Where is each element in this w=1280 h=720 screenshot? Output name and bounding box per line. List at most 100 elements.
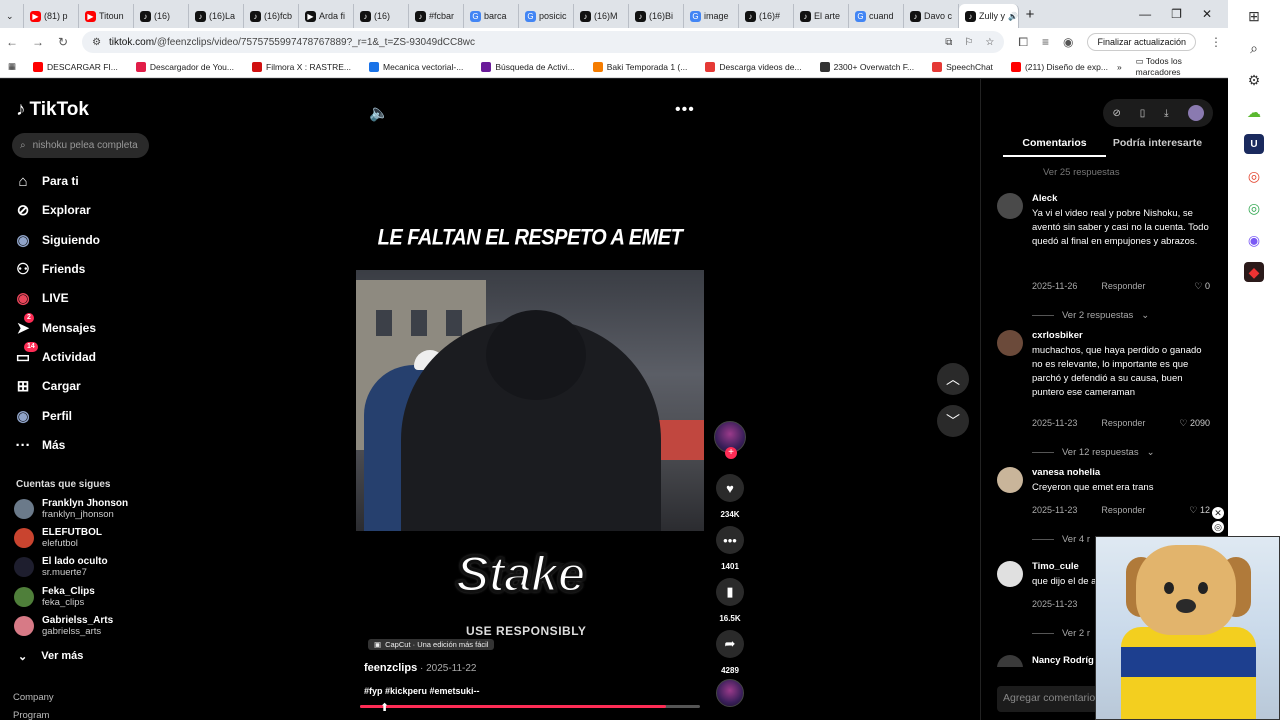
chrome-alt-icon[interactable]: ◎ — [1244, 198, 1264, 218]
commenter-name[interactable]: vanesa nohelia — [1032, 467, 1100, 478]
tab-list-button[interactable]: ⌄ — [0, 4, 24, 28]
back-icon[interactable]: ← — [6, 35, 18, 49]
browser-tab[interactable]: Gimage — [684, 4, 739, 28]
following-account[interactable]: El lado oculto sr.muerte7 — [14, 556, 108, 578]
browser-tab[interactable]: ♪ (16)La — [189, 4, 244, 28]
reply-button[interactable]: Responder — [1101, 418, 1145, 429]
reply-button[interactable]: Responder — [1101, 281, 1145, 292]
browser-tab[interactable]: Gposicic — [519, 4, 574, 28]
search-input[interactable]: ⌕ nishoku pelea completa — [12, 133, 149, 158]
music-disc-avatar[interactable] — [716, 679, 744, 707]
comment-like[interactable]: ♡ 12 — [1189, 505, 1210, 516]
progress-bar[interactable] — [360, 705, 700, 708]
nav-actividad[interactable]: ▭ 14 Actividad — [14, 342, 96, 366]
browser-tab[interactable]: ♪ #fcbar — [409, 4, 464, 28]
all-bookmarks-button[interactable]: ▭ Todos los marcadores — [1136, 56, 1228, 77]
browser-tab[interactable]: Gcuand — [849, 4, 904, 28]
view-replies-link[interactable]: Ver 2 r — [1032, 628, 1090, 639]
follow-plus-icon[interactable]: + — [725, 447, 737, 459]
pip-settings-icon[interactable]: ◎ — [1212, 521, 1224, 533]
tiktok-logo[interactable]: ♪ TikTok — [16, 99, 89, 121]
browser-tab[interactable]: ▶ Arda fi — [299, 4, 354, 28]
program-link[interactable]: Program — [13, 710, 49, 720]
partial-replies-link[interactable]: Ver 25 respuestas — [1043, 167, 1120, 178]
commenter-avatar[interactable] — [997, 330, 1023, 356]
url-field[interactable]: ⚙ tiktok.com/@feenzclips/video/757575599… — [82, 31, 1005, 53]
commenter-name[interactable]: Nancy Rodríg — [1032, 655, 1094, 666]
browser-tab[interactable]: ▶ Titoun — [79, 4, 134, 28]
nav-siguiendo[interactable]: ◉ Siguiendo — [14, 231, 100, 249]
following-account[interactable]: ELEFUTBOL elefutbol — [14, 527, 102, 549]
nav-para-ti[interactable]: ⌂ Para ti — [14, 172, 78, 190]
user-avatar[interactable] — [1187, 105, 1204, 121]
bookmark-item[interactable]: Mecanica vectorial-... — [360, 61, 472, 72]
browser-tab[interactable]: ♪ (16)fcb — [244, 4, 299, 28]
company-link[interactable]: Company — [13, 692, 54, 703]
more-options-icon[interactable]: ••• — [675, 101, 695, 119]
like-button[interactable]: ♥ 234K — [716, 474, 744, 519]
cloud-icon[interactable]: ☁ — [1244, 102, 1264, 122]
discord-icon[interactable]: ◉ — [1244, 230, 1264, 250]
close-pip-icon[interactable]: ✕ — [1212, 507, 1224, 519]
bookmark-item[interactable]: Filmora X : RASTRE... — [243, 61, 360, 72]
browser-tab[interactable]: ♪ (16)# — [739, 4, 794, 28]
bookmark-item[interactable]: Descarga videos de... — [696, 61, 810, 72]
comment-like[interactable]: ♡ 0 — [1194, 281, 1210, 292]
settings-icon[interactable]: ⚙ — [1244, 70, 1264, 90]
bookmark-item[interactable]: (211) Diseño de exp... — [1002, 61, 1117, 72]
translate-icon[interactable]: ⚐ — [964, 37, 973, 48]
browser-tab[interactable]: ♪ El arte — [794, 4, 849, 28]
bookmark-item[interactable]: Búsqueda de Activi... — [472, 61, 583, 72]
previous-video-button[interactable]: ︿ — [937, 363, 969, 395]
commenter-name[interactable]: Timo_cule — [1032, 561, 1079, 572]
comment-like[interactable]: ♡ 2090 — [1179, 418, 1210, 429]
u-app-icon[interactable]: U — [1244, 134, 1264, 154]
commenter-avatar[interactable] — [997, 193, 1023, 219]
nav-m-s[interactable]: ··· Más — [14, 436, 66, 454]
search-icon[interactable]: ⌕ — [1244, 38, 1264, 58]
game-app-icon[interactable]: ◆ — [1244, 262, 1264, 282]
menu-icon[interactable]: ⋮ — [1210, 35, 1222, 49]
bookmark-item[interactable]: Descargador de You... — [127, 61, 243, 72]
browser-tab[interactable]: ▶ (81) p — [24, 4, 79, 28]
embed-icon[interactable]: ⊘ — [1112, 108, 1120, 119]
close-window-icon[interactable]: ✕ — [1202, 7, 1212, 21]
commenter-avatar[interactable] — [997, 655, 1023, 667]
bookmark-item[interactable]: DESCARGAR FI... — [24, 61, 127, 72]
view-replies-link[interactable]: Ver 2 respuestas ⌄ — [1032, 310, 1149, 321]
reload-icon[interactable]: ↻ — [58, 35, 68, 49]
video-frame[interactable] — [356, 270, 704, 531]
reply-button[interactable]: Responder — [1101, 505, 1145, 516]
windows-icon[interactable]: ⊞ — [1244, 6, 1264, 26]
save-button[interactable]: ▮ 16.5K — [716, 578, 744, 623]
nav-explorar[interactable]: ⊘ Explorar — [14, 201, 91, 219]
capcut-badge[interactable]: ▣ CapCut · Una edición más fácil — [368, 639, 495, 650]
new-tab-button[interactable]: + — [1019, 6, 1041, 23]
nav-perfil[interactable]: ◉ Perfil — [14, 407, 72, 425]
view-replies-link[interactable]: Ver 4 r — [1032, 534, 1090, 545]
nav-mensajes[interactable]: ➤ 2 Mensajes — [14, 313, 96, 337]
bookmark-item[interactable]: Baki Temporada 1 (... — [584, 61, 697, 72]
bookmark-item[interactable]: SpeechChat — [923, 61, 1002, 72]
nav-cargar[interactable]: ⊞ Cargar — [14, 377, 81, 395]
share-button[interactable]: ➦ 4289 — [716, 630, 744, 675]
bookmark-item[interactable]: 2300+ Overwatch F... — [811, 61, 924, 72]
browser-tab[interactable]: ♪ (16)M — [574, 4, 629, 28]
browser-tab[interactable]: ♪ (16) — [134, 4, 189, 28]
bookmark-star-icon[interactable]: ☆ — [985, 37, 994, 48]
following-account[interactable]: Franklyn Jhonson franklyn_jhonson — [14, 498, 128, 520]
view-replies-link[interactable]: Ver 12 respuestas ⌄ — [1032, 447, 1155, 458]
forward-icon[interactable]: → — [32, 35, 44, 49]
comment-button[interactable]: ••• 1401 — [716, 526, 744, 571]
video-author[interactable]: feenzclips · 2025-11-22 — [364, 662, 476, 674]
tab-audio-icon[interactable]: 🔊 — [1008, 12, 1018, 21]
browser-tab[interactable]: Gbarca — [464, 4, 519, 28]
apps-icon[interactable]: ▦ — [8, 61, 24, 72]
chrome-icon[interactable]: ◎ — [1244, 166, 1264, 186]
media-controls-icon[interactable]: ≡ — [1042, 35, 1049, 49]
commenter-name[interactable]: Aleck — [1032, 193, 1057, 204]
browser-tab[interactable]: ♪ (16)Bi — [629, 4, 684, 28]
volume-icon[interactable]: 🔈 — [369, 103, 389, 123]
tab-comments[interactable]: Comentarios — [1003, 137, 1106, 157]
extensions-icon[interactable]: ⧠ — [1018, 35, 1028, 50]
